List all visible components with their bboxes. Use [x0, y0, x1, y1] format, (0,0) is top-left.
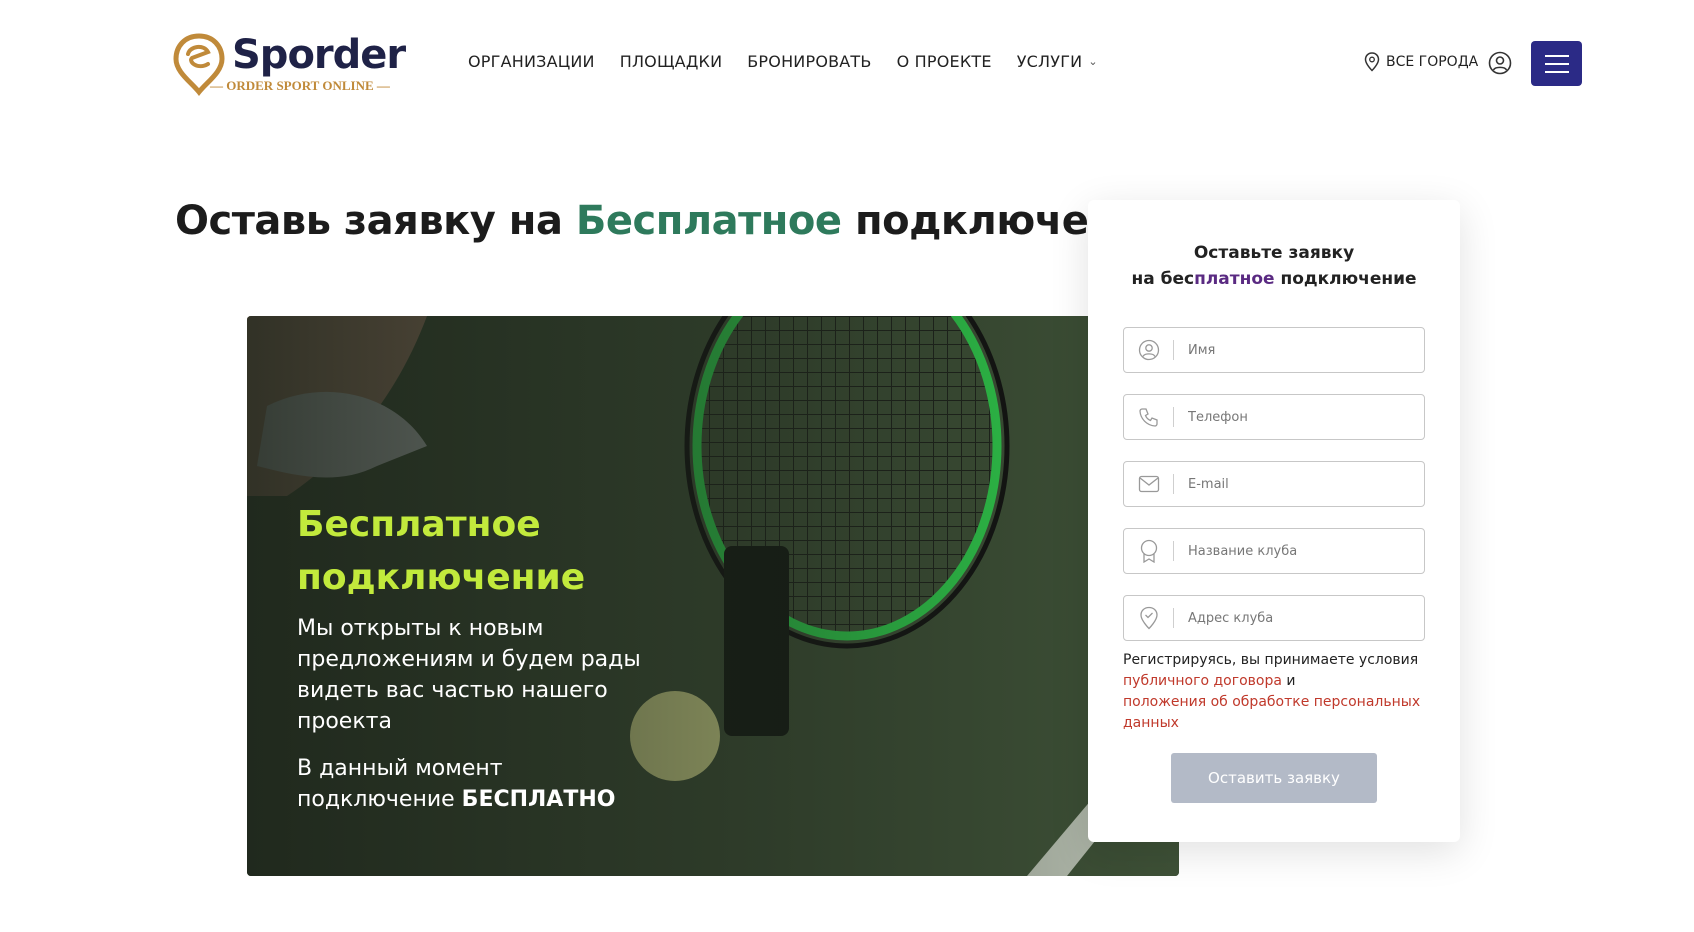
banner-free-note: В данный момент подключение БЕСПЛАТНО	[297, 753, 657, 815]
nav-about-label: О ПРОЕКТЕ	[896, 52, 992, 71]
menu-button[interactable]	[1531, 41, 1582, 86]
club-address-field[interactable]	[1123, 595, 1425, 641]
nav-venues[interactable]: ПЛОЩАДКИ	[620, 52, 723, 71]
nav-booking[interactable]: БРОНИРОВАТЬ	[747, 52, 871, 71]
location-pin-icon	[1364, 52, 1380, 72]
form-title-line1: Оставьте заявку	[1193, 243, 1355, 263]
form-title-prefix: на бес	[1131, 269, 1195, 289]
club-address-input[interactable]	[1174, 596, 1424, 640]
form-title-accent: платное	[1194, 269, 1275, 289]
club-name-input[interactable]	[1174, 529, 1424, 573]
city-label: ВСЕ ГОРОДА	[1386, 54, 1479, 70]
burger-line	[1544, 54, 1569, 57]
email-field[interactable]	[1123, 461, 1425, 507]
nav-venues-label: ПЛОЩАДКИ	[619, 52, 723, 71]
email-input[interactable]	[1174, 462, 1424, 506]
phone-field[interactable]	[1123, 394, 1425, 440]
submit-button[interactable]: Оставить заявку	[1171, 753, 1377, 803]
name-field[interactable]	[1123, 327, 1425, 373]
nav-organizations[interactable]: ОРГАНИЗАЦИИ	[468, 52, 595, 71]
name-input[interactable]	[1174, 328, 1424, 372]
banner-description: Мы открыты к новым предложениям и будем …	[297, 616, 641, 734]
logo-brand: Sporder	[232, 32, 406, 78]
logo[interactable]: Sporder — ORDER SPORT ONLINE —	[172, 30, 406, 98]
public-contract-link[interactable]: публичного договора	[1123, 673, 1282, 689]
banner-free-bold: БЕСПЛАТНО	[461, 787, 616, 812]
burger-line	[1544, 70, 1569, 73]
form-title: Оставьте заявку на бесплатное подключени…	[1088, 240, 1460, 292]
site-header: Sporder — ORDER SPORT ONLINE — ОРГАНИЗАЦ…	[0, 0, 1694, 120]
club-name-field[interactable]	[1123, 528, 1425, 574]
terms-text: Регистрируясь, вы принимаете условия	[1123, 652, 1419, 668]
title-accent: Бесплатное	[575, 198, 842, 244]
banner-title: Бесплатное подключение	[297, 504, 586, 598]
signup-form-card: Оставьте заявку на бесплатное подключени…	[1088, 200, 1460, 842]
page-title: Оставь заявку на Бесплатное подключение	[175, 198, 1170, 244]
form-title-line2: на бесплатное подключение	[1088, 266, 1460, 292]
title-part-before: Оставь заявку на	[175, 198, 576, 244]
phone-icon	[1124, 394, 1174, 440]
personal-data-policy-link[interactable]: положения об обработке персональных данн…	[1123, 694, 1420, 731]
user-icon	[1124, 327, 1174, 373]
nav-about[interactable]: О ПРОЕКТЕ	[897, 52, 992, 71]
terms-and: и	[1281, 673, 1296, 689]
nav-organizations-label: ОРГАНИЗАЦИИ	[468, 52, 595, 71]
location-icon	[1124, 595, 1174, 641]
user-account-icon[interactable]	[1488, 51, 1512, 75]
terms-notice: Регистрируясь, вы принимаете условия пуб…	[1123, 650, 1433, 734]
nav-services-label: УСЛУГИ	[1016, 52, 1083, 71]
form-title-suffix: подключение	[1274, 269, 1417, 289]
nav-services[interactable]: УСЛУГИ ⌄	[1017, 52, 1098, 71]
promo-banner: Бесплатное подключение Мы открыты к новы…	[247, 316, 1179, 876]
nav-booking-label: БРОНИРОВАТЬ	[747, 52, 872, 71]
city-selector[interactable]: ВСЕ ГОРОДА	[1364, 52, 1478, 72]
award-icon	[1124, 528, 1174, 574]
main-nav: ОРГАНИЗАЦИИ ПЛОЩАДКИ БРОНИРОВАТЬ О ПРОЕК…	[468, 52, 1098, 71]
mail-icon	[1124, 461, 1174, 507]
logo-tagline: — ORDER SPORT ONLINE —	[210, 78, 390, 93]
burger-line	[1544, 62, 1569, 65]
chevron-down-icon: ⌄	[1088, 55, 1098, 68]
phone-input[interactable]	[1174, 395, 1424, 439]
